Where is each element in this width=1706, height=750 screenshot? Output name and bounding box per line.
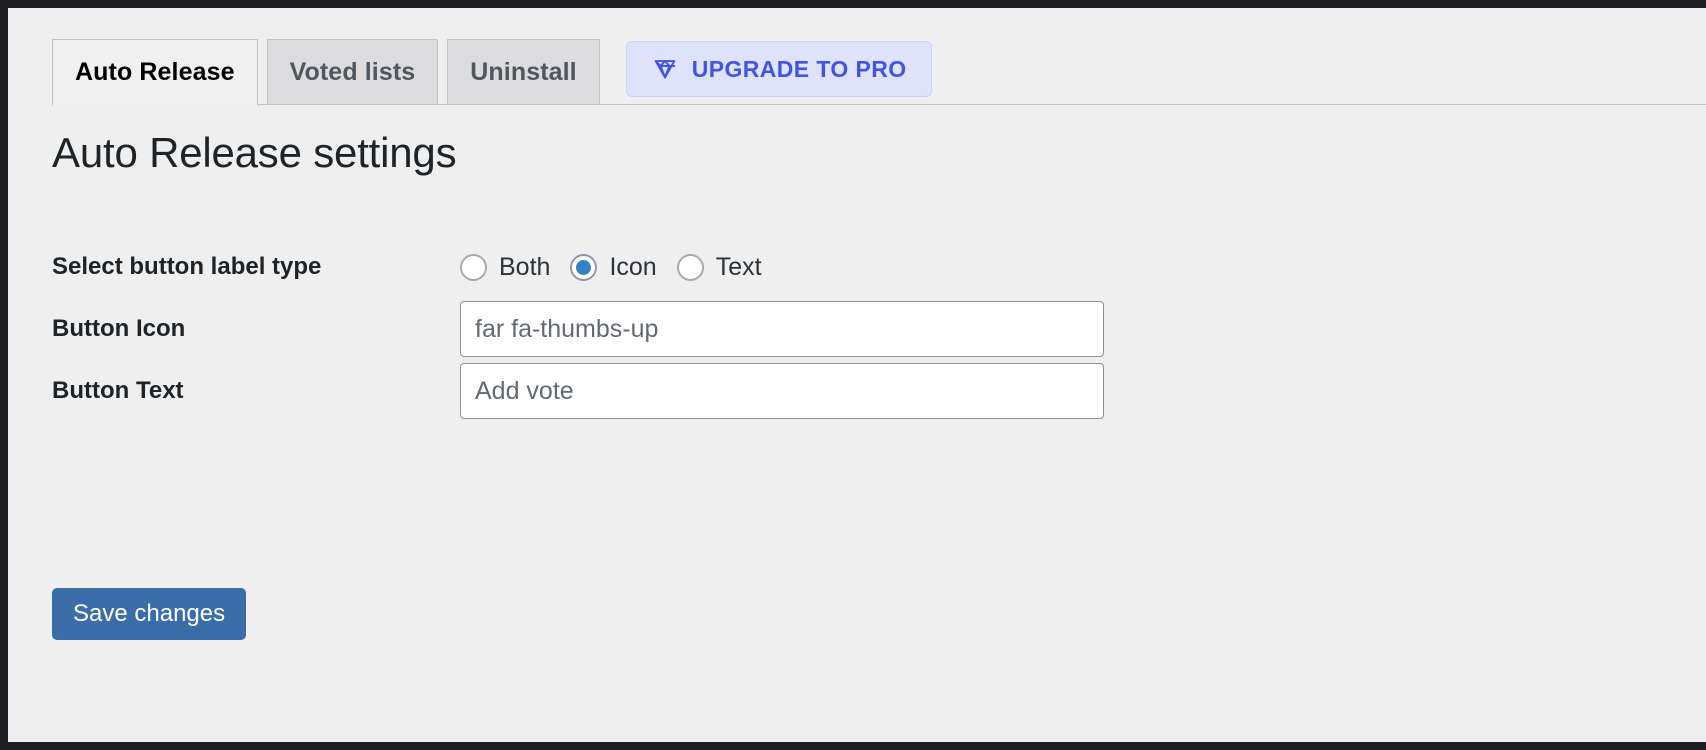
save-changes-button[interactable]: Save changes [52, 588, 247, 640]
tab-voted-lists[interactable]: Voted lists [266, 39, 439, 105]
label-type-label: Select button label type [52, 252, 322, 280]
radio-label-icon: Icon [609, 252, 657, 281]
settings-tab-bar: Auto Release Voted lists Uninstall UPGRA… [52, 39, 1706, 106]
radio-label-both: Both [499, 252, 551, 281]
field-row-label-type: Select button label type Both Icon Text [52, 236, 1666, 298]
tab-uninstall-label: Uninstall [470, 57, 577, 86]
button-text-input[interactable] [460, 363, 1104, 419]
browser-viewport: Auto Release Voted lists Uninstall UPGRA… [0, 0, 1706, 750]
field-row-button-icon: Button Icon [52, 298, 1666, 360]
tab-auto-release[interactable]: Auto Release [52, 39, 258, 106]
upgrade-to-pro-label: UPGRADE TO PRO [691, 55, 907, 82]
label-type-radio-group: Both Icon Text [460, 252, 762, 281]
field-row-button-text: Button Text [52, 360, 1666, 422]
settings-page: Auto Release Voted lists Uninstall UPGRA… [8, 8, 1706, 742]
tab-auto-release-label: Auto Release [75, 58, 235, 86]
button-icon-input[interactable] [460, 301, 1104, 357]
radio-option-icon[interactable]: Icon [570, 252, 657, 281]
radio-indicator-both[interactable] [460, 253, 487, 281]
radio-indicator-text[interactable] [676, 253, 704, 281]
tab-voted-lists-label: Voted lists [289, 57, 416, 86]
radio-option-text[interactable]: Text [676, 252, 762, 281]
radio-indicator-icon[interactable] [570, 253, 598, 281]
settings-form: Select button label type Both Icon Text [52, 236, 1666, 422]
button-icon-label: Button Icon [52, 314, 186, 342]
button-text-label: Button Text [52, 376, 184, 404]
tab-uninstall[interactable]: Uninstall [447, 39, 600, 105]
upgrade-to-pro-button[interactable]: UPGRADE TO PRO [625, 41, 932, 97]
radio-option-both[interactable]: Both [460, 252, 551, 281]
page-title: Auto Release settings [52, 129, 457, 176]
gem-diamond-icon [651, 55, 679, 83]
radio-label-text: Text [715, 252, 762, 281]
